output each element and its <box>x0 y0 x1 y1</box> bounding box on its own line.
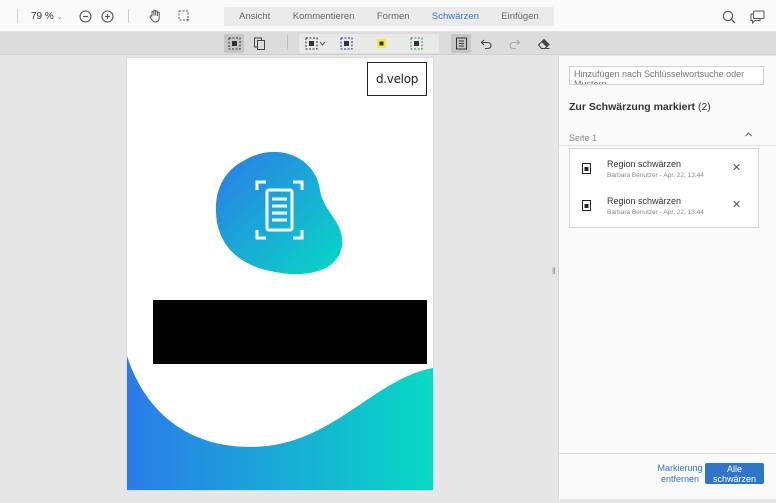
mode-tabs: Ansicht Kommentieren Formen Schwärzen Ei… <box>224 7 554 26</box>
redaction-panel: Zur Schwärzung markiert (2) Seite 1 Regi… <box>559 56 776 499</box>
tab-schwaerzen[interactable]: Schwärzen <box>430 11 481 22</box>
panel-title-text: Zur Schwärzung markiert <box>569 101 696 113</box>
list-item[interactable]: Region schwärzen Barbara Benutzer - Apr.… <box>570 151 758 185</box>
redact-select-icon[interactable] <box>302 34 330 53</box>
marked-redactions-list: Region schwärzen Barbara Benutzer - Apr.… <box>569 148 759 228</box>
list-item[interactable]: Region schwärzen Barbara Benutzer - Apr.… <box>570 188 758 222</box>
top-toolbar: 79 % ⌄ Ansicht Kommentieren Formen Schwä… <box>0 0 776 32</box>
undo-icon[interactable] <box>477 34 495 53</box>
toolbar-divider <box>17 9 18 23</box>
remove-marks-button[interactable]: Markierung entfernen <box>657 463 703 485</box>
grip-icon: ‖ <box>552 266 556 276</box>
mark-title: Region schwärzen <box>607 196 682 206</box>
tab-einfuegen[interactable]: Einfügen <box>499 11 541 22</box>
mark-count: (2) <box>697 101 711 113</box>
document-page[interactable]: d.velop <box>127 58 433 490</box>
chevron-up-icon[interactable] <box>744 130 753 140</box>
document-scan-icon <box>215 151 343 275</box>
redact-area-icon[interactable] <box>407 34 425 53</box>
redaction-region[interactable] <box>153 300 427 364</box>
redaction-toolbar <box>0 32 776 55</box>
mark-title: Region schwärzen <box>607 159 682 169</box>
eraser-icon[interactable] <box>535 34 553 53</box>
toolbar-divider <box>128 9 129 23</box>
company-logo: d.velop <box>367 62 427 96</box>
redaction-panel-icon[interactable] <box>451 34 471 53</box>
redact-region-icon[interactable] <box>224 34 244 53</box>
panel-footer: Markierung entfernen Alle schwärzen <box>559 453 776 499</box>
redact-text-icon[interactable] <box>337 34 355 53</box>
comments-icon[interactable] <box>749 9 765 25</box>
pan-hand-icon[interactable] <box>147 8 163 24</box>
redo-icon[interactable] <box>505 34 523 53</box>
keyword-search-input[interactable] <box>569 66 764 85</box>
close-icon[interactable]: ✕ <box>732 198 741 211</box>
document-viewer[interactable]: d.velop <box>0 56 549 499</box>
zoom-select[interactable]: 79 % ⌄ <box>31 8 71 25</box>
redact-pages-icon[interactable] <box>249 34 269 53</box>
tab-ansicht[interactable]: Ansicht <box>237 11 272 22</box>
search-icon[interactable] <box>721 9 737 25</box>
panel-title: Zur Schwärzung markiert (2) <box>569 101 711 113</box>
divider <box>559 145 776 146</box>
apply-all-redactions-button[interactable]: Alle schwärzen <box>705 463 764 484</box>
document-icon <box>582 163 591 174</box>
chevron-down-icon: ⌄ <box>56 13 63 21</box>
page-group-label: Seite 1 <box>569 133 598 143</box>
tab-formen[interactable]: Formen <box>375 11 412 22</box>
close-icon[interactable]: ✕ <box>732 161 741 174</box>
redact-highlight-icon[interactable] <box>372 34 390 53</box>
document-icon <box>582 200 591 211</box>
tab-kommentieren[interactable]: Kommentieren <box>291 11 357 22</box>
zoom-in-icon[interactable] <box>100 9 115 24</box>
select-area-icon[interactable] <box>176 8 192 24</box>
mark-subtitle: Barbara Benutzer - Apr. 22, 13:44 <box>607 209 704 216</box>
zoom-value: 79 % <box>31 11 54 22</box>
mark-subtitle: Barbara Benutzer - Apr. 22, 13:44 <box>607 172 704 179</box>
zoom-out-icon[interactable] <box>78 9 93 24</box>
toolbar-divider <box>287 35 288 49</box>
panel-resize-handle[interactable]: ‖ <box>549 56 559 499</box>
